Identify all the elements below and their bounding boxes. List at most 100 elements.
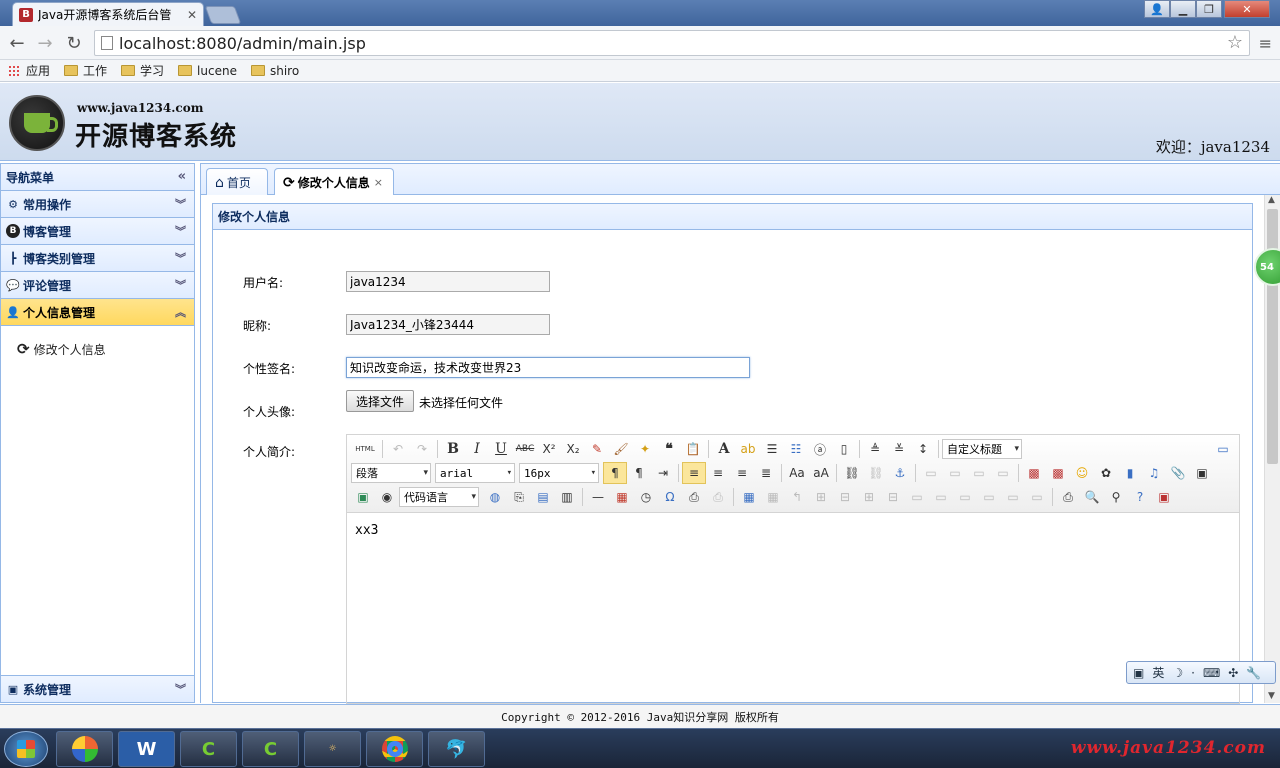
image-none-icon[interactable]: ▭ (919, 462, 943, 484)
chevron-down-icon[interactable]: ︾ (175, 196, 186, 212)
nav-blog-category-manage[interactable]: ┣ 博客类别管理 ︾ (1, 245, 194, 272)
address-bar[interactable]: ☆ (94, 30, 1250, 56)
line-height-icon[interactable]: ↕ (911, 438, 935, 460)
row-spacing-bottom-icon[interactable]: ≚ (887, 438, 911, 460)
taskbar-chrome-icon[interactable] (366, 731, 423, 767)
choose-file-button[interactable]: 选择文件 (346, 390, 414, 412)
collapse-left-icon[interactable]: « (178, 169, 186, 184)
chevron-down-icon[interactable]: ︾ (175, 681, 186, 697)
code-language-select[interactable]: 代码语言 (399, 487, 479, 507)
anchor-icon[interactable]: ⚓ (888, 462, 912, 484)
web-app-icon[interactable]: ◍ (483, 486, 507, 508)
to-lowercase-icon[interactable]: aA (809, 462, 833, 484)
taskbar-mysql-icon[interactable]: 🐬 (428, 731, 485, 767)
ordered-list-icon[interactable]: ☰ (760, 438, 784, 460)
video-icon[interactable]: ▮ (1118, 462, 1142, 484)
close-tab-icon[interactable]: × (374, 176, 383, 189)
username-input[interactable] (346, 271, 550, 292)
bookmark-folder-lucene[interactable]: lucene (178, 64, 237, 78)
fullscreen-icon[interactable]: ▭ (1211, 438, 1235, 460)
insert-paragraph-before-table-icon[interactable]: ↰ (785, 486, 809, 508)
subscript-button[interactable]: X₂ (561, 438, 585, 460)
nav-blog-manage[interactable]: B 博客管理 ︾ (1, 218, 194, 245)
delete-table-icon[interactable]: ▦ (761, 486, 785, 508)
format-brush-icon[interactable]: 🖌 (609, 438, 633, 460)
superscript-button[interactable]: X² (537, 438, 561, 460)
preview-icon[interactable]: 🔍 (1080, 486, 1104, 508)
nav-comment-manage[interactable]: 💬 评论管理 ︾ (1, 272, 194, 299)
undo-icon[interactable]: ↶ (386, 438, 410, 460)
underline-button[interactable]: U (489, 438, 513, 460)
browser-menu-icon[interactable]: ≡ (1259, 34, 1272, 53)
insert-table-icon[interactable]: ▦ (737, 486, 761, 508)
ime-arrows-icon[interactable]: ✣ (1228, 666, 1238, 680)
tab-edit-profile[interactable]: ⟳ 修改个人信息 × (274, 168, 394, 196)
rtl-direction-icon[interactable]: ¶ (627, 462, 651, 484)
align-justify-icon[interactable]: ≣ (754, 462, 778, 484)
link-icon[interactable]: ⛓ (840, 462, 864, 484)
image-icon[interactable]: ▩ (1022, 462, 1046, 484)
bookmark-folder-work[interactable]: 工作 (64, 62, 107, 79)
scrawl-icon[interactable]: ✿ (1094, 462, 1118, 484)
multi-image-icon[interactable]: ▩ (1046, 462, 1070, 484)
map-icon[interactable]: ▣ (1190, 462, 1214, 484)
reload-icon[interactable]: ↻ (63, 32, 85, 54)
moon-icon[interactable]: ☽ (1172, 666, 1183, 680)
unlink-icon[interactable]: ⛓ (864, 462, 888, 484)
italic-button[interactable]: I (465, 438, 489, 460)
font-color-icon[interactable]: A (712, 438, 736, 460)
drafts-icon[interactable]: ▣ (1152, 486, 1176, 508)
signature-input[interactable] (346, 357, 750, 378)
font-family-select[interactable]: arial (435, 463, 515, 483)
special-char-icon[interactable]: Ω (658, 486, 682, 508)
browser-tab[interactable]: B Java开源博客系统后台管 ✕ (12, 2, 204, 26)
bookmark-star-icon[interactable]: ☆ (1227, 32, 1243, 53)
horizontal-rule-icon[interactable]: — (586, 486, 610, 508)
attachment-icon[interactable]: 📎 (1166, 462, 1190, 484)
taskbar-word-icon[interactable]: W (118, 731, 175, 767)
eraser-icon[interactable]: ✎ (585, 438, 609, 460)
delete-row-icon[interactable]: ⊟ (833, 486, 857, 508)
image-right-icon[interactable]: ▭ (967, 462, 991, 484)
start-button[interactable] (4, 731, 48, 767)
split-cells-icon[interactable]: ▭ (977, 486, 1001, 508)
custom-title-select[interactable]: 自定义标题 (942, 439, 1022, 459)
chevron-down-icon[interactable]: ︾ (175, 223, 186, 239)
blockquote-icon[interactable]: ❝ (657, 438, 681, 460)
time-icon[interactable]: ◷ (634, 486, 658, 508)
user-icon[interactable]: 👤 (1144, 0, 1170, 18)
help-icon[interactable]: ? (1128, 486, 1152, 508)
clear-doc-icon[interactable]: ▯ (832, 438, 856, 460)
snapscreen-icon[interactable]: ⎙ (682, 486, 706, 508)
insert-frame-icon[interactable]: ▣ (351, 486, 375, 508)
nav-personal-info-manage[interactable]: 👤 个人信息管理 ︽ (1, 299, 194, 326)
insert-col-icon[interactable]: ⊞ (857, 486, 881, 508)
bookmark-folder-shiro[interactable]: shiro (250, 64, 299, 78)
background-icon[interactable]: ▥ (555, 486, 579, 508)
print-icon[interactable]: ⎙ (1056, 486, 1080, 508)
font-size-select[interactable]: 16px (519, 463, 599, 483)
image-center-icon[interactable]: ▭ (991, 462, 1015, 484)
chevron-up-icon[interactable]: ︽ (175, 304, 186, 320)
merge-down-icon[interactable]: ▭ (953, 486, 977, 508)
ime-mode[interactable]: 英 (1152, 664, 1164, 681)
music-icon[interactable]: ♫ (1142, 462, 1166, 484)
scroll-down-icon[interactable]: ▼ (1268, 691, 1275, 701)
html-source-button[interactable]: HTML (351, 438, 379, 460)
row-spacing-top-icon[interactable]: ≜ (863, 438, 887, 460)
new-tab-button[interactable] (204, 6, 242, 24)
insert-row-icon[interactable]: ⊞ (809, 486, 833, 508)
unordered-list-icon[interactable]: ☷ (784, 438, 808, 460)
paste-plain-icon[interactable]: 📋 (681, 438, 705, 460)
taskbar-eclipse-icon[interactable]: ☼ (304, 731, 361, 767)
merge-cells-icon[interactable]: ▭ (905, 486, 929, 508)
taskbar-camtasia-recorder-icon[interactable]: C (242, 731, 299, 767)
search-replace-icon[interactable]: ⚲ (1104, 486, 1128, 508)
date-icon[interactable]: ▦ (610, 486, 634, 508)
to-uppercase-icon[interactable]: Aa (785, 462, 809, 484)
wordimage-icon[interactable]: ⎙ (706, 486, 730, 508)
close-window-button[interactable]: ✕ (1224, 0, 1270, 18)
highlight-color-icon[interactable]: ab (736, 438, 760, 460)
delete-col-icon[interactable]: ⊟ (881, 486, 905, 508)
magic-wand-icon[interactable]: ✦ (633, 438, 657, 460)
